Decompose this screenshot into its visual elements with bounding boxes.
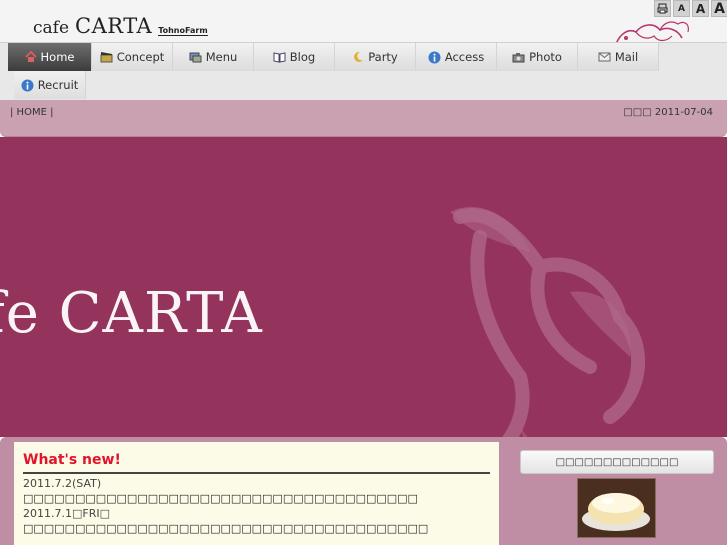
nav-label-concept: Concept — [116, 50, 165, 64]
nav-item-photo[interactable]: Photo — [497, 43, 578, 71]
nav-label-photo: Photo — [529, 50, 562, 64]
hero-banner: fe CARTA — [0, 137, 727, 437]
flower-illustration-icon — [450, 206, 646, 437]
nav-item-blog[interactable]: Blog — [254, 43, 335, 71]
site-header: cafe CARTA TohnoFarm A A A — [0, 0, 727, 44]
update-date: □□□ 2011-07-04 — [623, 107, 713, 118]
cake-image — [578, 479, 655, 537]
nav-item-recruit[interactable]: Recruit — [14, 71, 86, 99]
hero-title: fe CARTA — [0, 281, 263, 346]
news-date: 2011.7.1□FRI□ — [23, 507, 110, 520]
nav-label-menu: Menu — [205, 50, 238, 64]
info-icon — [428, 51, 441, 63]
news-date: 2011.7.2(SAT) — [23, 477, 102, 490]
nav-label-recruit: Recruit — [37, 78, 79, 92]
nav-item-mail[interactable]: Mail — [578, 43, 659, 71]
nav-item-access[interactable]: Access — [416, 43, 497, 71]
news-heading: What's new! — [23, 452, 490, 474]
update-label: □□□ — [623, 107, 652, 118]
menu-icon — [189, 52, 202, 63]
nav-item-menu[interactable]: Menu — [173, 43, 254, 71]
news-panel: What's new! 2011.7.2(SAT) □□□□□□□□□□□□□□… — [14, 442, 499, 545]
nav-label-party: Party — [368, 50, 398, 64]
news-link[interactable]: □□□□□□□□□□□□□□□□□□□□□□□□□□□□□□□□□□□□□□□ — [23, 521, 490, 537]
font-medium-button[interactable]: A — [692, 0, 709, 17]
logo-text-cafe: cafe — [33, 18, 70, 38]
content-area: What's new! 2011.7.2(SAT) □□□□□□□□□□□□□□… — [0, 437, 727, 545]
nav-label-access: Access — [444, 50, 485, 64]
book-icon — [273, 52, 286, 63]
breadcrumb-bar: | HOME | □□□ 2011-07-04 — [0, 100, 727, 137]
flower-decoration-icon — [615, 21, 689, 44]
nav-item-home[interactable]: Home — [8, 43, 92, 71]
breadcrumb[interactable]: | HOME | — [10, 107, 53, 118]
mail-icon — [598, 52, 611, 62]
moon-icon — [354, 51, 364, 62]
sidebar-box-title[interactable]: □□□□□□□□□□□□□ — [520, 450, 714, 474]
print-icon[interactable] — [654, 0, 671, 17]
news-link[interactable]: □□□□□□□□□□□□□□□□□□□□□□□□□□□□□□□□□□□□□□ — [23, 491, 490, 507]
page-tools: A A A — [654, 0, 727, 17]
font-large-button[interactable]: A — [711, 0, 727, 17]
logo-text-tohnofarm: TohnoFarm — [158, 26, 208, 36]
logo-text-carta: CARTA — [75, 14, 153, 38]
main-nav: Home Concept Menu Blog Party Access Phot… — [0, 42, 727, 100]
update-date-value: 2011-07-04 — [654, 107, 713, 118]
nav-label-blog: Blog — [289, 50, 316, 64]
nav-item-party[interactable]: Party — [335, 43, 416, 71]
nav-label-home: Home — [40, 50, 75, 64]
home-icon — [24, 51, 37, 62]
clapperboard-icon — [100, 52, 113, 63]
cake-photo[interactable] — [577, 478, 656, 538]
camera-icon — [512, 52, 525, 62]
nav-item-concept[interactable]: Concept — [92, 43, 173, 71]
info-icon — [21, 79, 34, 91]
site-logo[interactable]: cafe CARTA TohnoFarm — [33, 14, 208, 40]
font-small-button[interactable]: A — [673, 0, 690, 17]
nav-label-mail: Mail — [614, 50, 639, 64]
